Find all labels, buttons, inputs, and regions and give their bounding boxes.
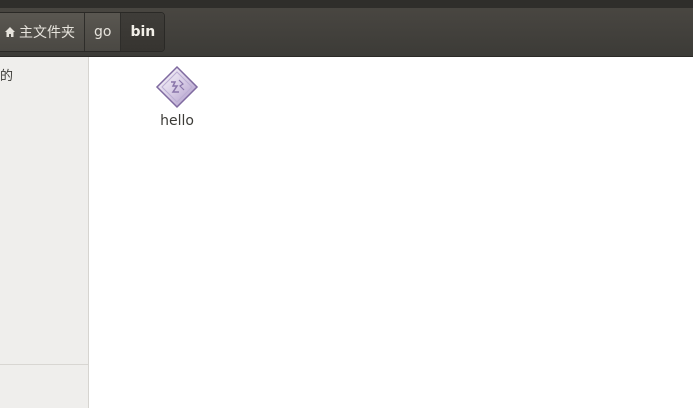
home-icon <box>5 27 15 37</box>
breadcrumb-item-bin[interactable]: bin <box>121 13 165 51</box>
executable-icon <box>155 65 199 109</box>
file-item-hello[interactable]: hello <box>153 65 201 129</box>
breadcrumb-label-go: go <box>94 24 112 40</box>
breadcrumb-label-bin: bin <box>130 24 156 40</box>
breadcrumb: 主文件夹 go bin <box>0 12 166 52</box>
sidebar-item[interactable]: 的 <box>0 65 13 84</box>
breadcrumb-item-go[interactable]: go <box>85 13 122 51</box>
breadcrumb-item-home[interactable]: 主文件夹 <box>0 13 85 51</box>
file-view[interactable]: hello <box>89 57 693 408</box>
sidebar-item-label: 的 <box>0 69 14 84</box>
toolbar: 主文件夹 go bin <box>0 0 693 57</box>
sidebar-divider <box>0 364 88 365</box>
file-name: hello <box>160 113 194 129</box>
breadcrumb-label-home: 主文件夹 <box>19 25 75 41</box>
sidebar: 的 <box>0 57 89 408</box>
window-top-edge <box>0 0 693 8</box>
